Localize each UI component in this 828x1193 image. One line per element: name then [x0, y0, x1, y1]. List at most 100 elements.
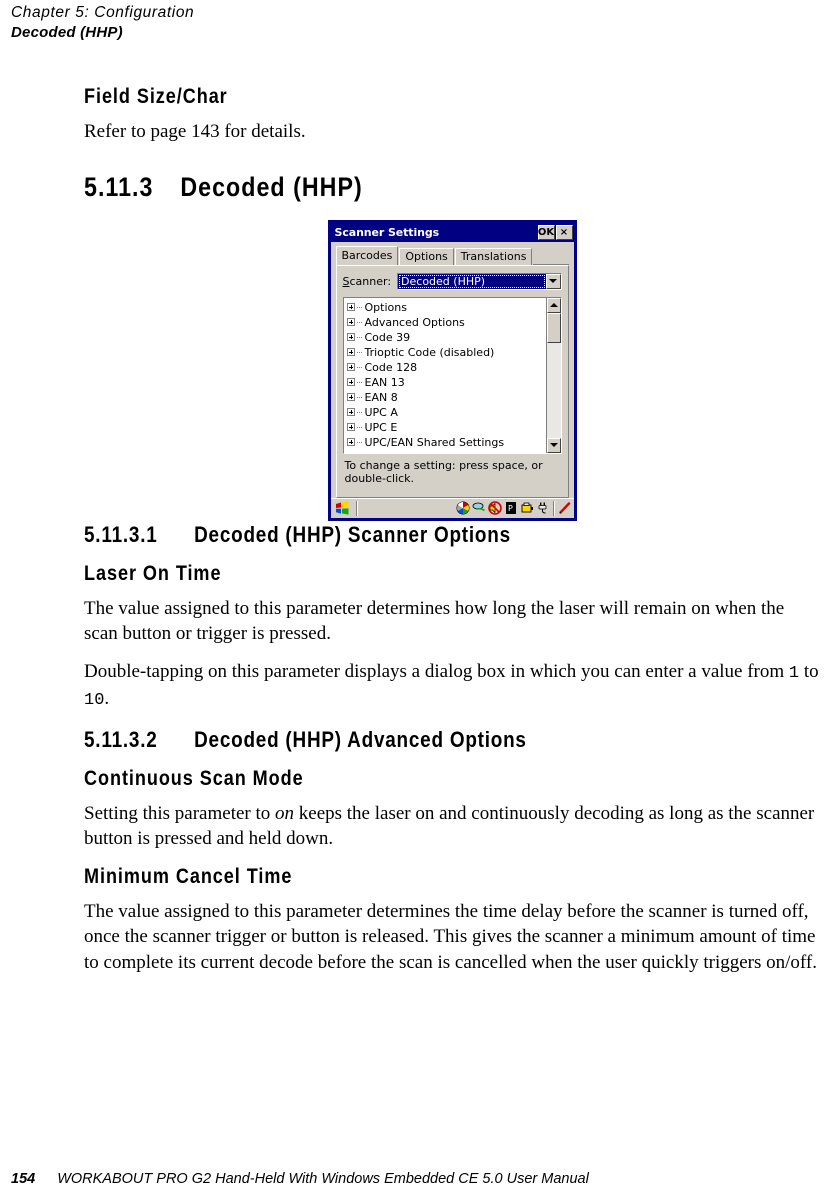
- expand-plus-icon[interactable]: [346, 438, 355, 446]
- tree-connector: [356, 336, 362, 338]
- status-hint-line2: double-click.: [344, 471, 415, 485]
- scroll-up-icon[interactable]: [546, 297, 561, 313]
- heading-5-11-3-1-number: 5.11.3.1: [84, 521, 158, 547]
- heading-field-size-char: Field Size/Char: [84, 85, 228, 108]
- laser-range-max: 10: [84, 691, 105, 710]
- tree-item[interactable]: UPC A: [346, 405, 546, 420]
- tree-item[interactable]: EAN 8: [346, 390, 546, 405]
- tree-scrollbar[interactable]: [545, 297, 561, 453]
- paragraph-laser-on-time-1: The value assigned to this parameter det…: [84, 597, 785, 645]
- tree-item-label: Code 128: [364, 360, 418, 374]
- expand-plus-icon[interactable]: [346, 363, 355, 371]
- scrollbar-thumb[interactable]: [546, 312, 561, 343]
- tree-connector: [356, 411, 362, 413]
- display-properties-icon[interactable]: [456, 501, 470, 515]
- scanner-select-row: Scanner: Decoded (HHP): [343, 272, 562, 290]
- expand-plus-icon[interactable]: [346, 303, 355, 311]
- heading-5-11-3-1-title: Decoded (HHP) Scanner Options: [194, 521, 511, 547]
- tree-item[interactable]: Trioptic Code (disabled): [346, 345, 546, 360]
- window-titlebar: Scanner Settings OK ×: [330, 222, 574, 242]
- windows-start-icon[interactable]: [333, 500, 353, 517]
- network-connection-icon[interactable]: [472, 501, 486, 515]
- chevron-down-icon[interactable]: [545, 273, 561, 289]
- laser-range-text-b: to: [799, 660, 819, 682]
- manual-title: WORKABOUT PRO G2 Hand-Held With Windows …: [57, 1171, 589, 1187]
- ok-button[interactable]: OK: [537, 224, 555, 240]
- tab-options[interactable]: Options: [399, 247, 454, 265]
- page-number: 154: [11, 1171, 36, 1187]
- page-content: Field Size/Char Refer to page 143 for de…: [84, 84, 820, 975]
- paragraph-laser-on-time-2: Double-tapping on this parameter display…: [84, 659, 820, 714]
- tree-item[interactable]: UPC/EAN Shared Settings: [346, 435, 546, 450]
- scroll-down-icon[interactable]: [546, 437, 561, 453]
- tree-connector: [356, 441, 362, 443]
- paragraph-minimum-cancel: The value assigned to this parameter det…: [84, 900, 817, 973]
- page-running-header: Chapter 5: Configuration Decoded (HHP): [11, 3, 611, 43]
- tree-item-label: Advanced Options: [364, 315, 465, 329]
- scrollbar-track[interactable]: [546, 342, 561, 438]
- tab-strip: Barcodes Options Translations: [335, 245, 569, 265]
- tree-item-label: UPC/EAN Shared Settings: [364, 435, 505, 449]
- tree-item[interactable]: Code 128: [346, 360, 546, 375]
- barcode-tree[interactable]: Options Advanced Options Code 39 Triopti…: [342, 296, 562, 454]
- scanner-dropdown[interactable]: Decoded (HHP): [397, 272, 562, 290]
- expand-plus-icon[interactable]: [346, 348, 355, 356]
- scanner-settings-window: Scanner Settings OK × Barcodes Options T…: [327, 219, 577, 521]
- close-icon[interactable]: ×: [555, 224, 573, 240]
- laser-range-text-a: Double-tapping on this parameter display…: [84, 660, 789, 682]
- heading-minimum-cancel-time: Minimum Cancel Time: [84, 864, 293, 888]
- expand-plus-icon[interactable]: [346, 378, 355, 386]
- scanner-label: Scanner:: [343, 275, 392, 288]
- scanner-settings-figure: Scanner Settings OK × Barcodes Options T…: [84, 219, 820, 521]
- scanner-dropdown-value: Decoded (HHP): [398, 273, 546, 289]
- barcodes-tab-panel: Scanner: Decoded (HHP) Options Advanced …: [335, 264, 569, 498]
- heading-5-11-3-2-title: Decoded (HHP) Advanced Options: [194, 726, 527, 752]
- expand-plus-icon[interactable]: [346, 423, 355, 431]
- tree-item[interactable]: Advanced Options: [346, 315, 546, 330]
- stylus-pen-icon[interactable]: [558, 501, 572, 515]
- expand-plus-icon[interactable]: [346, 408, 355, 416]
- heading-5-11-3-1: 5.11.3.1 Decoded (HHP) Scanner Options: [84, 521, 717, 549]
- heading-5-11-3-title: Decoded (HHP): [180, 171, 363, 202]
- system-tray: P: [456, 501, 550, 515]
- tree-connector: [356, 381, 362, 383]
- tab-strip-filler: [533, 247, 569, 265]
- tree-item-partial[interactable]: [347, 450, 546, 453]
- tree-connector: [356, 426, 362, 428]
- expand-plus-icon[interactable]: [346, 333, 355, 341]
- tree-item-label: UPC E: [364, 420, 398, 434]
- tree-item[interactable]: Code 39: [346, 330, 546, 345]
- window-title: Scanner Settings: [334, 225, 440, 239]
- tree-item-label: EAN 13: [364, 375, 405, 389]
- tree-connector: [356, 351, 362, 353]
- heading-5-11-3-2: 5.11.3.2 Decoded (HHP) Advanced Options: [84, 726, 717, 754]
- heading-continuous-scan-mode: Continuous Scan Mode: [84, 766, 304, 790]
- volume-muted-icon[interactable]: [487, 501, 502, 515]
- tab-barcodes[interactable]: Barcodes: [335, 245, 399, 265]
- tree-item-label: Trioptic Code (disabled): [364, 345, 495, 359]
- continuous-scan-emphasis: on: [275, 802, 295, 824]
- tree-item[interactable]: UPC E: [346, 420, 546, 435]
- power-profile-icon[interactable]: P: [504, 501, 518, 515]
- tree-connector: [356, 321, 362, 323]
- tab-translations[interactable]: Translations: [454, 247, 533, 265]
- window-client-area: Barcodes Options Translations Scanner: D…: [330, 241, 574, 498]
- laser-range-text-c: .: [104, 688, 110, 709]
- tree-item[interactable]: Options: [346, 300, 546, 315]
- tree-connector: [356, 306, 362, 308]
- chapter-label: Chapter 5: Configuration: [11, 4, 195, 21]
- heading-5-11-3-2-number: 5.11.3.2: [84, 726, 158, 752]
- battery-icon[interactable]: [520, 501, 534, 515]
- tree-connector: [356, 366, 362, 368]
- status-hint-line1: To change a setting: press space, or: [344, 458, 543, 472]
- continuous-scan-text-a: Setting this parameter to: [84, 802, 276, 824]
- ac-power-icon[interactable]: [536, 501, 550, 515]
- tree-connector: [356, 396, 362, 398]
- tree-item[interactable]: EAN 13: [346, 375, 546, 390]
- section-label: Decoded (HHP): [11, 24, 123, 41]
- status-hint: To change a setting: press space, or dou…: [343, 454, 562, 491]
- expand-plus-icon[interactable]: [346, 393, 355, 401]
- expand-plus-icon[interactable]: [346, 318, 355, 326]
- paragraph-field-size-ref: Refer to page 143 for details.: [84, 121, 306, 142]
- paragraph-continuous-scan: Setting this parameter to on keeps the l…: [84, 801, 820, 852]
